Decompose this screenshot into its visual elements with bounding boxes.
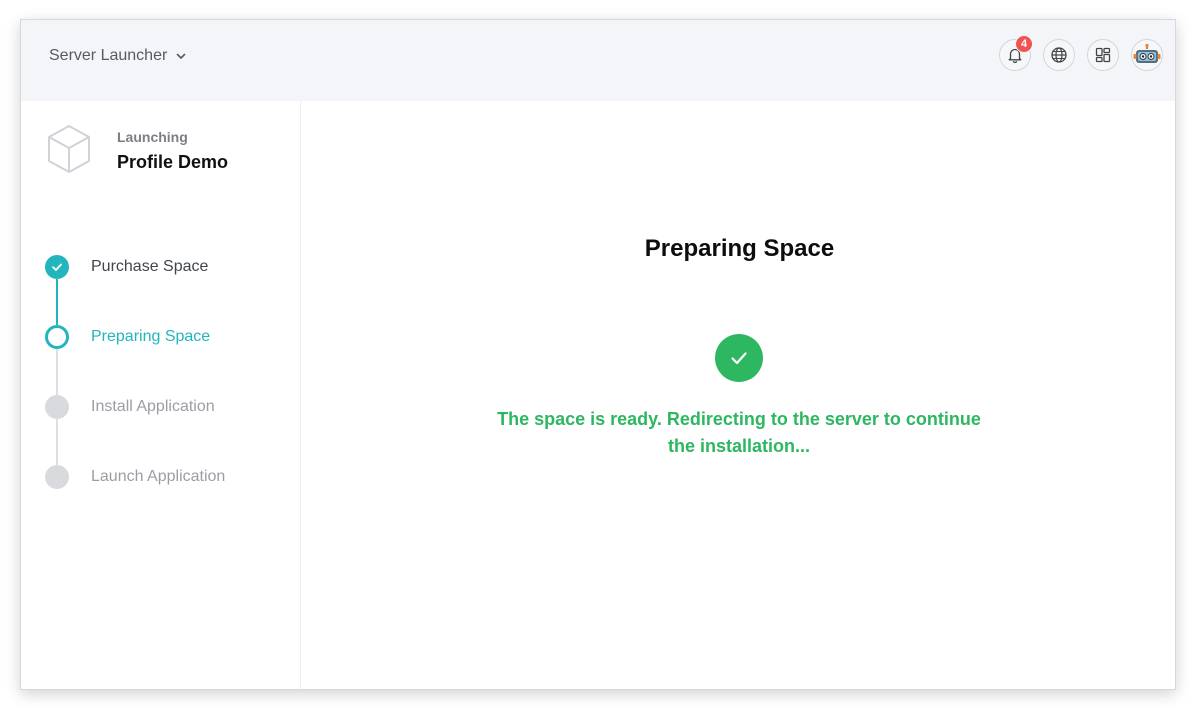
step-purchase-space[interactable]: Purchase Space [45,255,285,279]
step-preparing-space[interactable]: Preparing Space [45,325,285,349]
check-icon [52,263,62,271]
step-label: Launch Application [91,468,226,485]
main-content: Preparing Space The space is ready. Redi… [302,101,1175,689]
step-launch-application[interactable]: Launch Application [45,465,285,489]
globe-icon [1051,47,1067,63]
step-pending-indicator [45,395,69,419]
step-complete-indicator [45,255,69,279]
project-text: Launching Profile Demo [117,129,228,173]
sidebar: Launching Profile Demo Purchase Space Pr… [21,101,301,689]
language-button[interactable] [1043,39,1075,71]
robot-avatar-icon [1133,43,1161,63]
step-current-indicator [45,325,69,349]
grid-icon [1095,47,1111,63]
step-connector [56,419,58,465]
apps-button[interactable] [1087,39,1119,71]
success-check-icon [715,334,763,382]
cube-icon [48,125,90,173]
top-bar: Server Launcher 4 [21,20,1175,101]
status-message: The space is ready. Redirecting to the s… [497,409,981,456]
page-title: Preparing Space [644,235,835,262]
project-header: Launching Profile Demo [46,123,228,175]
top-actions: 4 [999,35,1163,71]
step-label: Install Application [91,398,215,415]
project-kicker: Launching [117,129,188,145]
step-pending-indicator [45,465,69,489]
profile-avatar-button[interactable] [1131,39,1163,71]
notifications-button[interactable]: 4 [999,35,1033,71]
chevron-down-icon [176,53,186,59]
project-name: Profile Demo [117,152,229,172]
step-label: Purchase Space [91,258,209,275]
app-switcher[interactable]: Server Launcher [49,45,187,67]
app-switcher-label: Server Launcher [49,47,168,64]
check-icon [731,352,747,365]
launcher-window: Server Launcher 4 Launching Profile Demo… [20,19,1176,690]
step-label: Preparing Space [91,328,211,345]
notification-count-badge: 4 [1015,35,1033,53]
step-connector [56,279,58,325]
step-install-application[interactable]: Install Application [45,395,285,419]
step-connector [56,349,58,395]
